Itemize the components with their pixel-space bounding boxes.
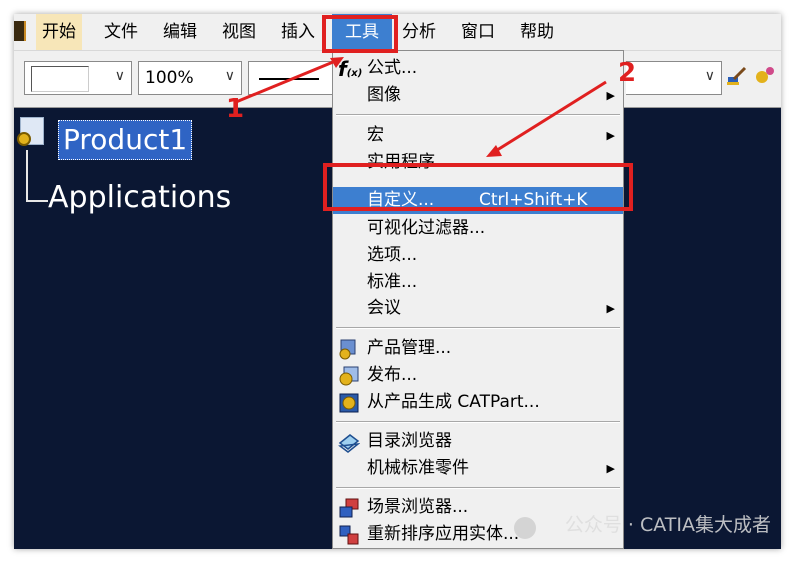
annotation-number-2: 2 bbox=[618, 58, 637, 88]
highlight-box-tools bbox=[322, 15, 398, 53]
annotation-overlay bbox=[235, 15, 633, 211]
catia-window: 开始 文件 编辑 视图 插入 工具 分析 窗口 帮助 ∨ 100% ∨ ∨ Pr… bbox=[14, 14, 781, 549]
arrow-step2 bbox=[493, 80, 607, 154]
annotation-number-1: 1 bbox=[226, 94, 245, 124]
highlight-box-customize bbox=[323, 163, 633, 211]
arrow-step1 bbox=[235, 58, 339, 104]
